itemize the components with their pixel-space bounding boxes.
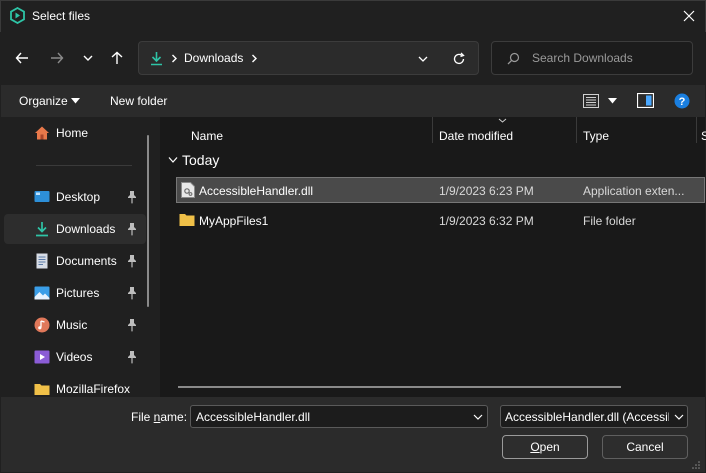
title-bar — [0, 0, 706, 32]
column-separator[interactable] — [696, 117, 697, 143]
pin-icon[interactable] — [126, 350, 138, 364]
file-row[interactable]: MyAppFiles1 1/9/2023 6:32 PM File folder — [176, 208, 705, 234]
svg-text:?: ? — [679, 96, 686, 108]
command-bar: Organize New folder ? — [1, 85, 705, 117]
close-button[interactable] — [674, 3, 704, 29]
caret-down-icon[interactable] — [71, 98, 80, 104]
file-type: Application exten... — [583, 184, 685, 198]
file-type-filter-value: AccessibleHandler.dll (AccessibleHa — [505, 410, 669, 424]
up-button[interactable] — [103, 44, 131, 72]
chevron-down-icon[interactable] — [168, 156, 178, 164]
view-options-icon[interactable] — [583, 94, 599, 108]
sidebar-item-music[interactable]: Music — [4, 310, 146, 340]
arrow-up-icon — [111, 51, 123, 64]
filename-input[interactable]: AccessibleHandler.dll — [196, 410, 310, 424]
address-bar[interactable]: Downloads — [138, 41, 479, 75]
sidebar-item-videos[interactable]: Videos — [4, 342, 146, 372]
sidebar-item-label: Downloads — [56, 222, 116, 236]
cancel-button[interactable]: Cancel — [602, 435, 688, 459]
chevron-down-icon[interactable] — [417, 54, 429, 64]
organize-button[interactable]: Organize — [19, 94, 68, 108]
new-folder-button[interactable]: New folder — [110, 94, 167, 108]
sidebar-item-label: Home — [56, 126, 89, 140]
folder-icon — [34, 384, 50, 395]
refresh-icon[interactable] — [452, 52, 466, 66]
file-type-filter[interactable]: AccessibleHandler.dll (AccessibleHa — [500, 405, 688, 428]
filename-combobox[interactable]: AccessibleHandler.dll — [190, 405, 488, 428]
sidebar-item-home[interactable]: Home — [4, 118, 146, 148]
file-name: MyAppFiles1 — [199, 214, 269, 228]
dialog-footer: File name: AccessibleHandler.dll Accessi… — [1, 397, 705, 472]
app-logo-icon — [10, 7, 25, 24]
chevron-right-icon[interactable] — [251, 54, 258, 63]
sidebar-item-label: Documents — [56, 254, 117, 268]
home-icon — [35, 126, 49, 140]
sidebar-scrollbar[interactable] — [147, 135, 149, 307]
open-button[interactable]: Open — [502, 435, 588, 459]
sidebar-item-label: Music — [56, 318, 88, 332]
sidebar-item-downloads[interactable]: Downloads — [4, 214, 146, 244]
resize-grip-icon[interactable] — [691, 460, 701, 470]
chevron-down-icon — [83, 55, 93, 61]
column-header-name[interactable]: Name — [191, 129, 223, 143]
caret-down-icon[interactable] — [608, 98, 617, 104]
video-icon — [34, 350, 50, 364]
chevron-down-icon[interactable] — [473, 414, 483, 421]
file-type: File folder — [583, 214, 636, 228]
document-icon — [36, 253, 48, 269]
desktop-icon — [34, 191, 50, 202]
chevron-right-icon — [172, 54, 177, 63]
file-name: AccessibleHandler.dll — [199, 184, 314, 198]
pin-icon[interactable] — [126, 190, 138, 204]
pin-icon[interactable] — [126, 222, 138, 236]
download-icon — [151, 52, 162, 66]
file-date: 1/9/2023 6:23 PM — [439, 184, 534, 198]
arrow-left-icon — [15, 52, 28, 64]
sidebar-item-documents[interactable]: Documents — [4, 246, 146, 276]
window-title: Select files — [32, 9, 91, 23]
search-icon — [507, 52, 520, 65]
breadcrumb-downloads[interactable]: Downloads — [184, 51, 243, 65]
forward-button[interactable] — [43, 44, 71, 72]
close-icon — [683, 10, 695, 22]
column-separator[interactable] — [576, 117, 577, 143]
arrow-right-icon — [51, 52, 64, 64]
column-header-date-modified[interactable]: Date modified — [439, 129, 513, 143]
column-header-type[interactable]: Type — [583, 129, 609, 143]
search-box[interactable] — [491, 41, 693, 75]
folder-icon — [179, 214, 195, 226]
sidebar-item-pictures[interactable]: Pictures — [4, 278, 146, 308]
pin-icon[interactable] — [126, 254, 138, 268]
horizontal-scrollbar[interactable] — [178, 386, 621, 388]
group-header-today[interactable]: Today — [182, 152, 219, 168]
pin-icon[interactable] — [126, 318, 138, 332]
recent-locations-button[interactable] — [74, 44, 102, 72]
search-input[interactable] — [532, 50, 687, 66]
download-icon — [36, 222, 48, 237]
chevron-down-icon[interactable] — [674, 414, 684, 421]
navigation-pane: Home Desktop Downloads Documents Picture… — [1, 117, 159, 397]
sidebar-item-label: Videos — [56, 350, 93, 364]
pin-icon[interactable] — [126, 286, 138, 300]
music-icon — [34, 317, 50, 333]
sidebar-item-mozillafirefox[interactable]: MozillaFirefox — [4, 374, 146, 397]
dll-file-icon — [181, 182, 195, 198]
preview-pane-icon[interactable] — [637, 93, 654, 108]
sort-indicator-icon — [498, 118, 507, 123]
sidebar-item-label: Desktop — [56, 190, 101, 204]
back-button[interactable] — [8, 44, 36, 72]
sidebar-divider — [36, 165, 132, 166]
sidebar-item-desktop[interactable]: Desktop — [4, 182, 146, 212]
column-header-size[interactable]: S — [701, 129, 706, 143]
file-date: 1/9/2023 6:32 PM — [439, 214, 534, 228]
file-list: Name Date modified Type S Today Accessib… — [160, 117, 706, 397]
filename-label: File name: — [131, 410, 188, 424]
picture-icon — [34, 286, 50, 300]
column-separator[interactable] — [432, 117, 433, 143]
file-row[interactable]: AccessibleHandler.dll 1/9/2023 6:23 PM A… — [176, 177, 705, 203]
sidebar-item-label: MozillaFirefox — [56, 382, 131, 396]
sidebar-item-label: Pictures — [56, 286, 100, 300]
help-icon[interactable]: ? — [674, 93, 690, 109]
